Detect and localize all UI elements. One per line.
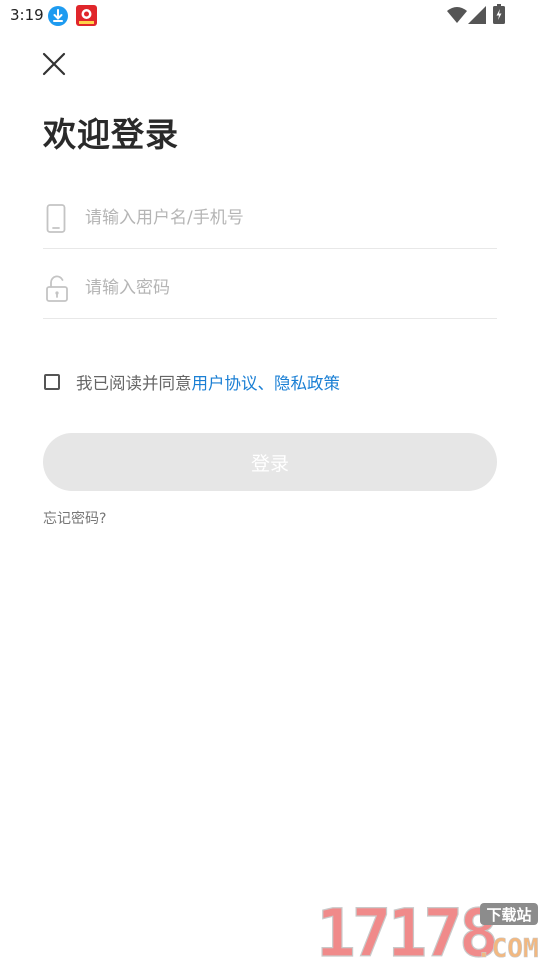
agreement-row: 我已阅读并同意 用户协议 、 隐私政策 — [44, 369, 340, 395]
username-row — [43, 178, 497, 249]
login-screen: 3:19 欢迎登录 请输入用户名/手机号 我已阅读并同意 用户协议 、 隐私政策… — [0, 0, 540, 960]
close-icon — [42, 52, 66, 76]
agreement-separator: 、 — [257, 374, 275, 393]
watermark-site-label: 下载站 — [486, 906, 531, 924]
lock-icon — [46, 275, 68, 302]
status-time: 3:19 — [10, 6, 44, 24]
agreement-checkbox[interactable] — [44, 374, 60, 390]
username-input[interactable] — [85, 200, 485, 236]
login-button[interactable]: 登录 — [43, 433, 497, 491]
watermark-domain: .COM — [476, 934, 539, 960]
battery-icon — [493, 4, 505, 24]
signal-icon — [468, 6, 486, 24]
status-bar: 3:19 — [0, 0, 540, 32]
password-input[interactable] — [85, 270, 485, 306]
download-app-icon — [48, 6, 68, 26]
phone-icon — [46, 204, 66, 233]
watermark-digits: 17178 — [316, 898, 495, 960]
forgot-password-link[interactable]: 忘记密码? — [43, 508, 106, 528]
red-app-icon — [76, 5, 97, 26]
user-agreement-link[interactable]: 用户协议 — [192, 370, 258, 394]
page-title: 欢迎登录 — [43, 115, 179, 154]
agreement-prefix: 我已阅读并同意 — [76, 374, 192, 393]
watermark-logo: 17178 下载站 .COM — [316, 898, 539, 960]
password-row — [43, 248, 497, 319]
wifi-icon — [447, 7, 467, 23]
close-button[interactable] — [38, 48, 70, 80]
privacy-policy-link[interactable]: 隐私政策 — [274, 370, 340, 394]
